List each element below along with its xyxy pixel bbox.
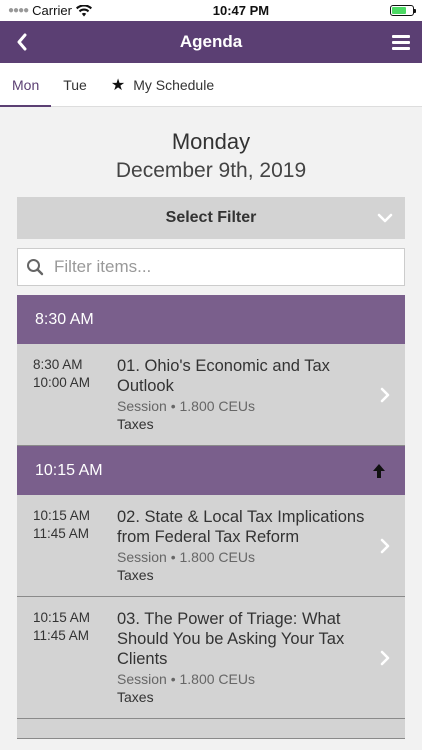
- signal-icon: ●●●●: [8, 5, 29, 16]
- session-track: Taxes: [117, 689, 154, 705]
- session-track: Taxes: [117, 567, 154, 583]
- session-title: 02. State & Local Tax Implications from …: [117, 508, 365, 546]
- session-start: 8:30 AM: [33, 357, 83, 372]
- session-end: 11:45 AM: [33, 628, 90, 643]
- session-track: Taxes: [117, 416, 154, 432]
- session-row[interactable]: 8:30 AM 10:00 AM 01. Ohio's Economic and…: [17, 344, 405, 446]
- session-title: 03. The Power of Triage: What Should You…: [117, 610, 345, 668]
- battery-icon: [390, 5, 416, 16]
- session-end: 10:00 AM: [33, 375, 91, 390]
- chevron-left-icon: [17, 33, 27, 51]
- tab-mon[interactable]: Mon: [0, 63, 52, 107]
- session-end: 11:45 AM: [33, 526, 90, 541]
- tab-tue[interactable]: Tue: [51, 63, 99, 106]
- tab-label: My Schedule: [133, 76, 215, 93]
- day-name: Monday: [171, 129, 251, 154]
- session-times: 8:30 AM 10:00 AM: [33, 356, 117, 433]
- time-group-header: 10:15 AM: [17, 446, 405, 495]
- page-title: Agenda: [179, 32, 243, 51]
- search-box: [17, 248, 405, 286]
- hamburger-line: [392, 34, 410, 38]
- session-times: 10:15 AM 11:45 AM: [33, 507, 117, 584]
- status-bar: ●●●● Carrier 10:47 PM: [0, 0, 422, 21]
- chevron-down-icon: [377, 213, 393, 223]
- back-button[interactable]: [12, 30, 32, 54]
- carrier-label: Carrier: [32, 3, 72, 18]
- select-filter-dropdown[interactable]: Select Filter: [17, 197, 405, 239]
- tab-label: Tue: [63, 76, 87, 93]
- session-start: 10:15 AM: [33, 610, 91, 625]
- star-icon: ★: [110, 76, 126, 94]
- tab-my-schedule[interactable]: ★ My Schedule: [99, 63, 226, 106]
- session-meta: Session • 1.800 CEUs: [117, 549, 255, 565]
- hamburger-line: [392, 40, 410, 44]
- session-start: 10:15 AM: [33, 508, 91, 523]
- chevron-right-icon: [380, 387, 390, 402]
- day-header: Monday December 9th, 2019: [17, 107, 405, 183]
- session-row[interactable]: 10:15 AM 11:45 AM 02. State & Local Tax …: [17, 495, 405, 597]
- group-time: 10:15 AM: [35, 461, 103, 479]
- session-body: 02. State & Local Tax Implications from …: [117, 507, 389, 584]
- session-meta: Session • 1.800 CEUs: [117, 671, 255, 687]
- search-input[interactable]: [54, 257, 396, 277]
- status-time: 10:47 PM: [212, 3, 270, 18]
- session-row-partial[interactable]: [17, 719, 405, 739]
- group-time: 8:30 AM: [35, 310, 94, 328]
- menu-button[interactable]: [392, 31, 410, 53]
- wifi-icon: [75, 4, 92, 16]
- filter-label: Select Filter: [165, 209, 257, 226]
- content: Monday December 9th, 2019 Select Filter …: [0, 107, 422, 739]
- session-title: 01. Ohio's Economic and Tax Outlook: [117, 357, 330, 395]
- day-date: December 9th, 2019: [115, 159, 307, 182]
- time-group-header: 8:30 AM: [17, 295, 405, 344]
- status-left: ●●●● Carrier: [8, 3, 92, 18]
- nav-bar: Agenda: [0, 21, 422, 63]
- tab-label: Mon: [12, 76, 40, 93]
- session-body: 01. Ohio's Economic and Tax Outlook Sess…: [117, 356, 389, 433]
- hamburger-line: [392, 46, 410, 50]
- session-row[interactable]: 10:15 AM 11:45 AM 03. The Power of Triag…: [17, 597, 405, 719]
- session-meta: Session • 1.800 CEUs: [117, 398, 255, 414]
- arrow-up-icon[interactable]: [371, 463, 387, 479]
- chevron-right-icon: [380, 538, 390, 553]
- session-times: 10:15 AM 11:45 AM: [33, 609, 117, 706]
- chevron-right-icon: [380, 650, 390, 665]
- day-tabs: Mon Tue ★ My Schedule: [0, 63, 422, 107]
- schedule-list: 8:30 AM 8:30 AM 10:00 AM 01. Ohio's Econ…: [17, 295, 405, 739]
- search-icon: [27, 259, 44, 276]
- session-body: 03. The Power of Triage: What Should You…: [117, 609, 389, 706]
